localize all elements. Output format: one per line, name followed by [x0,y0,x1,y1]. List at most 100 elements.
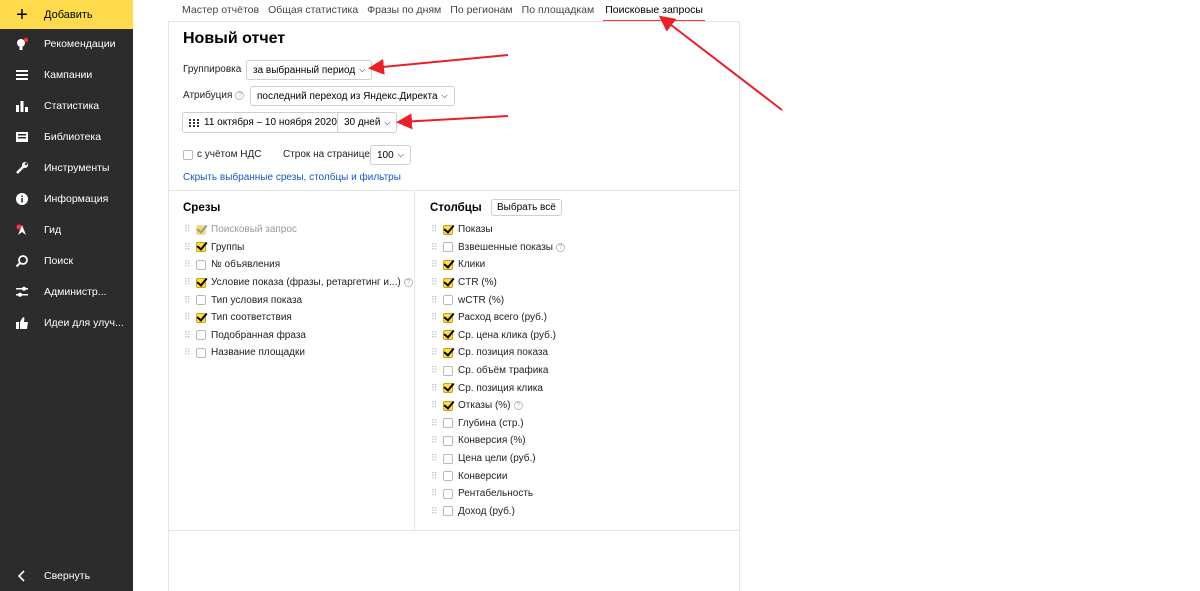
list-item[interactable]: ⠿ № объявления [184,256,413,274]
list-item[interactable]: ⠿ Отказы (%)? [431,397,565,415]
drag-handle-icon[interactable]: ⠿ [431,506,443,517]
item-checkbox[interactable] [443,418,453,429]
drag-handle-icon[interactable]: ⠿ [431,488,443,499]
item-checkbox[interactable] [443,506,453,517]
list-item[interactable]: ⠿ Рентабельность [431,485,565,503]
sidebar-item-2[interactable]: Кампании [0,65,133,85]
drag-handle-icon[interactable]: ⠿ [184,224,196,235]
drag-handle-icon[interactable]: ⠿ [431,295,443,306]
list-item[interactable]: ⠿ Конверсии [431,467,565,485]
vat-option[interactable]: с учётом НДС [183,149,261,160]
item-checkbox[interactable] [196,295,206,306]
sidebar-item-4[interactable]: Библиотека [0,127,133,147]
attribution-select[interactable]: последний переход из Яндекс.Директа ⌵ [250,86,455,106]
item-checkbox[interactable] [443,347,453,358]
tab-4[interactable]: По регионам [450,4,512,21]
tab-2[interactable]: Общая статистика [268,4,358,21]
add-button[interactable]: + Добавить [0,0,133,29]
drag-handle-icon[interactable]: ⠿ [431,312,443,323]
help-icon[interactable]: ? [555,242,565,252]
drag-handle-icon[interactable]: ⠿ [184,330,196,341]
sidebar-item-1[interactable]: Рекомендации [0,34,133,54]
item-checkbox[interactable] [196,347,206,358]
drag-handle-icon[interactable]: ⠿ [431,418,443,429]
drag-handle-icon[interactable]: ⠿ [431,347,443,358]
help-icon[interactable]: ? [403,278,413,288]
period-select[interactable]: 30 дней ⌵ [337,112,398,133]
tab-3[interactable]: Фразы по дням [367,4,441,21]
drag-handle-icon[interactable]: ⠿ [431,365,443,376]
sidebar-item-9[interactable]: Администр... [0,282,133,302]
drag-handle-icon[interactable]: ⠿ [431,400,443,411]
drag-handle-icon[interactable]: ⠿ [431,242,443,253]
list-item[interactable]: ⠿ Цена цели (руб.) [431,450,565,468]
list-item[interactable]: ⠿ CTR (%) [431,274,565,292]
item-checkbox[interactable] [443,330,453,341]
drag-handle-icon[interactable]: ⠿ [431,224,443,235]
item-checkbox[interactable] [196,242,206,253]
drag-handle-icon[interactable]: ⠿ [184,277,196,288]
list-item[interactable]: ⠿ Подобранная фраза [184,327,413,345]
item-checkbox[interactable] [443,488,453,499]
drag-handle-icon[interactable]: ⠿ [431,383,443,394]
item-checkbox[interactable] [196,259,206,270]
list-item[interactable]: ⠿ wCTR (%) [431,291,565,309]
list-item[interactable]: ⠿ Тип условия показа [184,291,413,309]
rows-per-page-select[interactable]: 100 ⌵ [370,145,411,165]
list-item[interactable]: ⠿ Взвешенные показы? [431,239,565,257]
drag-handle-icon[interactable]: ⠿ [431,277,443,288]
item-checkbox[interactable] [443,224,453,235]
item-checkbox[interactable] [196,277,206,288]
list-item[interactable]: ⠿ Тип соответствия [184,309,413,327]
list-item[interactable]: ⠿ Ср. объём трафика [431,362,565,380]
item-checkbox[interactable] [443,365,453,376]
item-checkbox[interactable] [443,453,453,464]
item-checkbox[interactable] [443,295,453,306]
sidebar-item-3[interactable]: Статистика [0,96,133,116]
hide-filters-link[interactable]: Скрыть выбранные срезы, столбцы и фильтр… [183,172,401,183]
drag-handle-icon[interactable]: ⠿ [184,295,196,306]
list-item[interactable]: ⠿ Расход всего (руб.) [431,309,565,327]
sidebar-item-7[interactable]: Гид [0,220,133,240]
list-item[interactable]: ⠿ Доход (руб.) [431,503,565,521]
list-item[interactable]: ⠿ Ср. цена клика (руб.) [431,327,565,345]
grouping-select[interactable]: за выбранный период ⌵ [246,60,373,80]
drag-handle-icon[interactable]: ⠿ [184,347,196,358]
list-item[interactable]: ⠿ Глубина (стр.) [431,415,565,433]
sidebar-item-5[interactable]: Инструменты [0,158,133,178]
drag-handle-icon[interactable]: ⠿ [431,330,443,341]
item-checkbox[interactable] [443,259,453,270]
item-checkbox[interactable] [443,383,453,394]
drag-handle-icon[interactable]: ⠿ [184,242,196,253]
item-checkbox[interactable] [443,471,453,482]
item-checkbox[interactable] [443,400,453,411]
item-checkbox[interactable] [443,277,453,288]
drag-handle-icon[interactable]: ⠿ [184,259,196,270]
sidebar-item-8[interactable]: Поиск [0,251,133,271]
item-checkbox[interactable] [443,242,453,253]
sidebar-item-6[interactable]: Информация [0,189,133,209]
drag-handle-icon[interactable]: ⠿ [431,471,443,482]
help-icon[interactable]: ? [235,90,245,100]
sidebar-item-10[interactable]: Идеи для улуч... [0,313,133,333]
vat-checkbox[interactable] [183,149,193,160]
list-item[interactable]: ⠿ Клики [431,256,565,274]
tab-1[interactable]: Мастер отчётов [182,4,259,21]
drag-handle-icon[interactable]: ⠿ [431,259,443,270]
list-item[interactable]: ⠿ Название площадки [184,344,413,362]
item-checkbox[interactable] [196,330,206,341]
list-item[interactable]: ⠿ Показы [431,221,565,239]
drag-handle-icon[interactable]: ⠿ [184,312,196,323]
date-range-picker[interactable]: 11 октября – 10 ноября 2020 [182,112,344,133]
tab-5[interactable]: По площадкам [522,4,595,21]
select-all-button[interactable]: Выбрать всё [491,199,562,216]
list-item[interactable]: ⠿ Конверсия (%) [431,432,565,450]
tab-6[interactable]: Поисковые запросы [603,4,705,21]
drag-handle-icon[interactable]: ⠿ [431,435,443,446]
list-item[interactable]: ⠿ Поисковый запрос [184,221,413,239]
item-checkbox[interactable] [443,435,453,446]
item-checkbox[interactable] [443,312,453,323]
item-checkbox[interactable] [196,312,206,323]
help-icon[interactable]: ? [513,401,523,411]
list-item[interactable]: ⠿ Ср. позиция показа [431,344,565,362]
